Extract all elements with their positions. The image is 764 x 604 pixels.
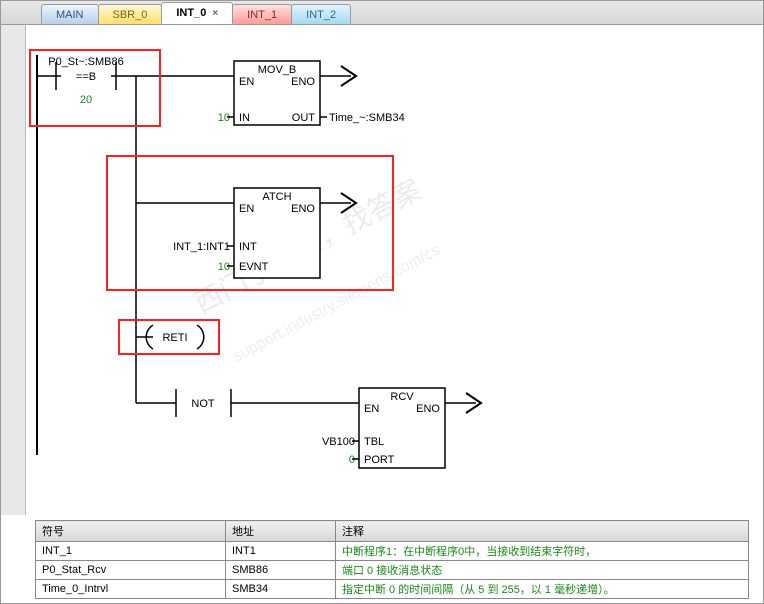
table-row[interactable]: Time_0_Intrvl SMB34 指定中断 0 的时间间隔（从 5 到 2… [36, 580, 749, 599]
tab-main[interactable]: MAIN [41, 4, 99, 24]
tab-label: SBR_0 [113, 9, 148, 21]
table-header-row: 符号 地址 注释 [36, 521, 749, 542]
atch-int: INT [239, 241, 257, 253]
rcv-tbllabel: VB100 [322, 436, 355, 448]
contact-op: ==B [76, 71, 96, 83]
atch-intlabel: INT_1:INT1 [173, 241, 230, 253]
rcv-eno: ENO [416, 403, 440, 415]
table-row[interactable]: P0_Stat_Rcv SMB86 端口 0 接收消息状态 [36, 561, 749, 580]
rcv-en: EN [364, 403, 379, 415]
ladder-svg: P0_St~:SMB86 ==B 20 MOV_B EN ENO IN OUT … [1, 25, 763, 515]
movb-eno: ENO [291, 76, 315, 88]
reti-label: RETI [162, 332, 187, 344]
tab-bar: MAIN SBR_0 INT_0 × INT_1 INT_2 [1, 1, 763, 25]
rcv-title: RCV [390, 391, 414, 403]
symbol-table[interactable]: 符号 地址 注释 INT_1 INT1 中断程序1：在中断程序0中，当接收到结束… [35, 520, 749, 599]
tab-int1[interactable]: INT_1 [232, 4, 292, 24]
cell-addr: SMB34 [226, 580, 336, 599]
cell-comment: 指定中断 0 的时间间隔（从 5 到 255，以 1 毫秒递增）。 [336, 580, 749, 599]
tab-int0[interactable]: INT_0 × [161, 2, 233, 24]
cell-addr: SMB86 [226, 561, 336, 580]
atch-en: EN [239, 203, 254, 215]
movb-out: OUT [292, 112, 316, 124]
rcv-tbl: TBL [364, 436, 384, 448]
tab-label: INT_0 [176, 7, 206, 19]
movb-title: MOV_B [258, 64, 297, 76]
movb-in: IN [239, 112, 250, 124]
movb-en: EN [239, 76, 254, 88]
rcv-port: PORT [364, 454, 395, 466]
tab-int2[interactable]: INT_2 [291, 4, 351, 24]
cell-comment: 中断程序1：在中断程序0中，当接收到结束字符时， [336, 542, 749, 561]
cell-sym: P0_Stat_Rcv [36, 561, 226, 580]
close-icon[interactable]: × [212, 8, 218, 19]
col-symbol[interactable]: 符号 [36, 521, 226, 542]
cell-sym: Time_0_Intrvl [36, 580, 226, 599]
ladder-editor[interactable]: 西门子工业，找答案 support.industry.siemens.com/c… [1, 25, 763, 515]
movb-inval: 10 [218, 112, 230, 124]
rcv-portval: 0 [349, 454, 355, 466]
atch-evntval: 10 [218, 261, 230, 273]
tab-label: INT_2 [306, 9, 336, 21]
movb-outlabel: Time_~:SMB34 [329, 112, 405, 124]
contact-value: 20 [80, 94, 92, 106]
contact-label: P0_St~:SMB86 [48, 56, 124, 68]
col-address[interactable]: 地址 [226, 521, 336, 542]
tab-sbr0[interactable]: SBR_0 [98, 4, 163, 24]
atch-title: ATCH [262, 191, 291, 203]
tab-label: INT_1 [247, 9, 277, 21]
not-label: NOT [191, 398, 215, 410]
cell-sym: INT_1 [36, 542, 226, 561]
atch-evnt: EVNT [239, 261, 269, 273]
atch-eno: ENO [291, 203, 315, 215]
tab-label: MAIN [56, 9, 84, 21]
cell-comment: 端口 0 接收消息状态 [336, 561, 749, 580]
col-comment[interactable]: 注释 [336, 521, 749, 542]
cell-addr: INT1 [226, 542, 336, 561]
table-row[interactable]: INT_1 INT1 中断程序1：在中断程序0中，当接收到结束字符时， [36, 542, 749, 561]
